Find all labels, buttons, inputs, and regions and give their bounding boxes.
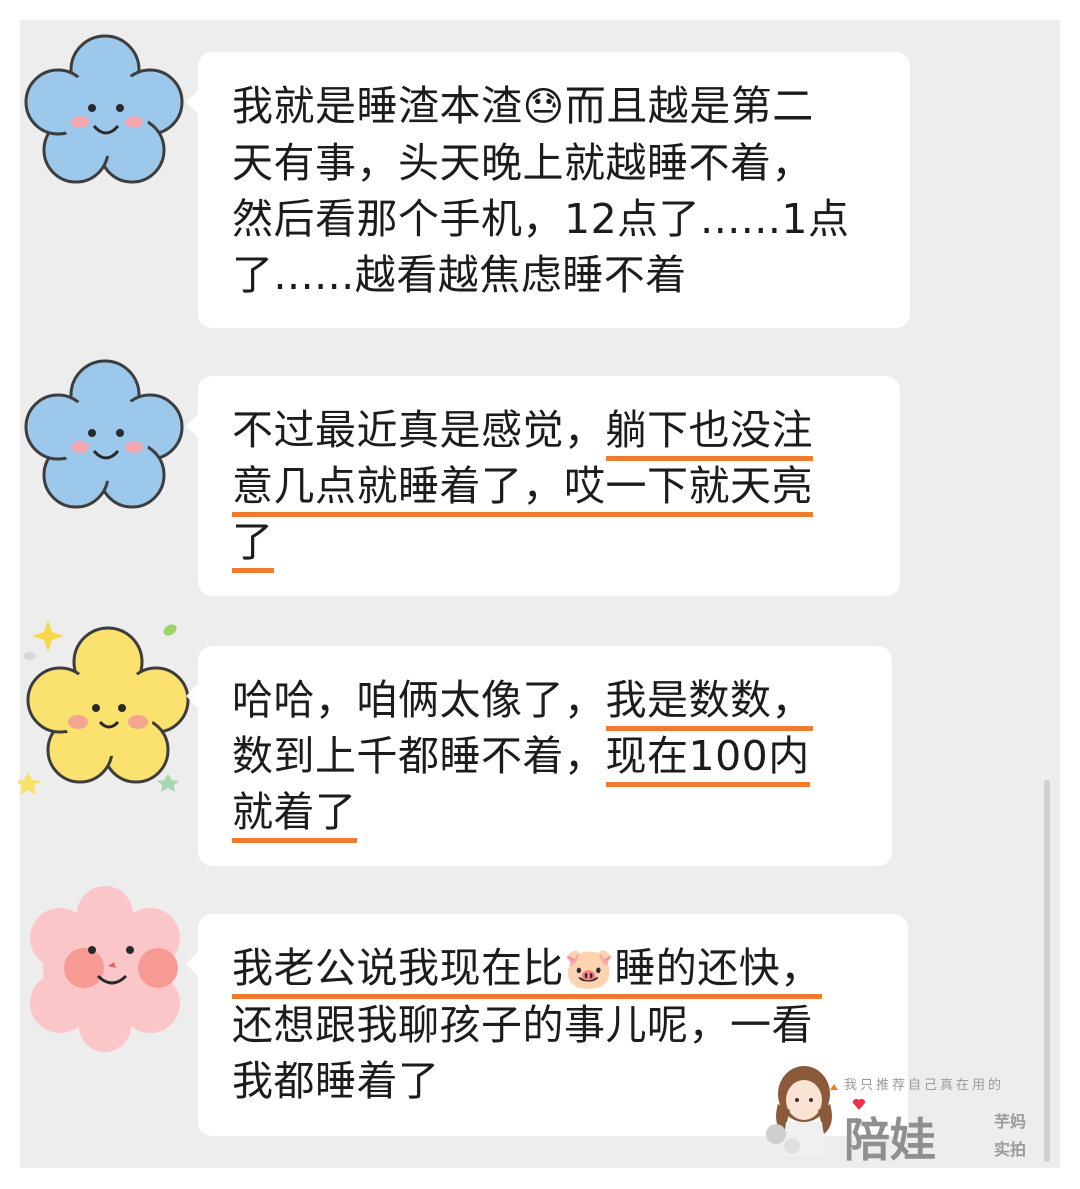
watermark-author: 芋妈 <box>994 1112 1027 1131</box>
message-line: 还想跟我聊孩子的事儿呢，一看 <box>232 1001 813 1049</box>
message-line: 了......越看越焦虑睡不着 <box>232 251 687 299</box>
message-bubble-2[interactable]: 不过最近真是感觉，躺下也没注 意几点就睡着了，哎一下就天亮 了 <box>186 376 900 596</box>
message-bubble-3[interactable]: 哈哈，咱俩太像了，我是数数， 数到上千都睡不着，现在100内 就着了 <box>186 646 892 866</box>
highlight-underline: 就着了 <box>232 788 357 843</box>
blue-flower-avatar[interactable] <box>20 30 190 190</box>
message-line: 数到上千都睡不着，现在100内 <box>232 728 858 787</box>
highlight-underline: 意几点就睡着了，哎一下就天亮 <box>232 462 813 517</box>
watermark-tag: 实拍 <box>994 1140 1027 1159</box>
yellow-flower-avatar[interactable] <box>18 612 190 802</box>
message-line: 哈哈，咱俩太像了，我是数数， <box>232 672 858 731</box>
message-line: 意几点就睡着了，哎一下就天亮 <box>232 458 866 517</box>
message-line: 天有事，头天晚上就越睡不着， <box>232 139 813 187</box>
message-line: 然后看那个手机，12点了......1点 <box>232 195 850 243</box>
message-line: 就着了 <box>232 784 858 843</box>
highlight-underline: 躺下也没注 <box>605 406 813 461</box>
highlight-underline: 现在100内 <box>605 732 810 787</box>
highlight-underline: 我老公说我现在比🐷睡的还快， <box>232 944 822 999</box>
message-line: 不过最近真是感觉，躺下也没注 <box>232 402 866 461</box>
watermark-brand: 陪娃 <box>844 1113 936 1167</box>
watermark-slogan: 我只推荐自己真在用的 <box>844 1078 1005 1093</box>
message-line: 了 <box>232 514 866 573</box>
sweat-face-emoji: 😓 <box>522 84 565 130</box>
highlight-underline: 了 <box>232 518 274 573</box>
girl-mascot-icon <box>766 1066 838 1156</box>
message-line: 我就是睡渣本渣😓而且越是第二 <box>232 82 814 130</box>
message-line: 我老公说我现在比🐷睡的还快， <box>232 940 874 999</box>
highlight-underline: 我是数数， <box>605 676 813 731</box>
blue-flower-avatar[interactable] <box>20 350 190 520</box>
watermark: 我只推荐自己真在用的 陪娃 芋妈 实拍 <box>760 1060 1050 1170</box>
message-bubble-1[interactable]: 我就是睡渣本渣😓而且越是第二 天有事，头天晚上就越睡不着， 然后看那个手机，12… <box>186 52 910 328</box>
pink-fluffy-avatar[interactable] <box>20 878 190 1058</box>
pig-face-emoji: 🐷 <box>564 946 615 992</box>
